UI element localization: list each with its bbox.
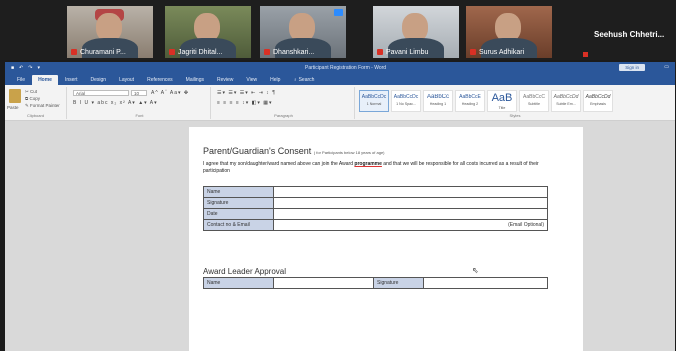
self-name: Seehush Chhetri... (594, 30, 665, 39)
table-row: Contact no & Email (Email Optional) (203, 219, 548, 231)
ribbon: Paste ✂ Cut ⧉ Copy ✎ Format Painter Clip… (5, 85, 675, 121)
table-cell-value[interactable] (423, 277, 548, 289)
tab-design[interactable]: Design (84, 75, 112, 85)
video-strip: Churamani P... Jagriti Dhital... Dhanshk… (0, 0, 676, 60)
style-heading-2[interactable]: AaBbCcE Heading 2 (455, 90, 485, 112)
participant-name: Jagriti Dhital... (169, 49, 222, 56)
table-cell-label: Contact no & Email (203, 219, 274, 231)
screen: Churamani P... Jagriti Dhital... Dhanshk… (0, 0, 676, 351)
paste-label[interactable]: Paste (7, 105, 19, 110)
tab-layout[interactable]: Layout (113, 75, 140, 85)
group-label: Clipboard (26, 113, 45, 118)
table-cell-label: Signature (203, 197, 274, 209)
group-label: Styles (509, 113, 521, 118)
table-cell-value[interactable] (273, 208, 548, 220)
paragraph-group: ☰▾ ☰▾ ☰▾ ⇤ ⇥ ↕ ¶ ≡ ≡ ≡ ≡ ↕▾ ◧▾ ▦▾ Paragr… (213, 87, 355, 119)
sign-in-button[interactable]: Sign in (619, 64, 645, 71)
mic-muted-icon (264, 49, 270, 55)
document-page[interactable]: Parent/Guardian's Consent ( for Particip… (189, 127, 583, 351)
table-cell-value[interactable]: (Email Optional) (273, 219, 548, 231)
participant-name: Dhanshkari... (264, 49, 314, 56)
tab-insert[interactable]: Insert (59, 75, 84, 85)
style-emphasis[interactable]: AaBbCcDd Emphasis (583, 90, 613, 112)
participant-tile[interactable]: Pavani Limbu (373, 6, 459, 58)
tell-me-search[interactable]: ♁ Search (287, 75, 320, 85)
mic-muted-icon (71, 49, 77, 55)
font-size-combo[interactable]: 10 (131, 90, 147, 96)
mic-muted-icon (583, 52, 588, 57)
styles-group: AaBbCcDc 1 Normal AaBbCcDc 1 No Spac... Aa… (357, 87, 673, 119)
tab-mailings[interactable]: Mailings (180, 75, 210, 85)
style-subtle-emphasis[interactable]: AaBbCcDd Subtle Em... (551, 90, 581, 112)
table-cell-label: Name (203, 277, 274, 289)
participant-name: Churamani P... (71, 49, 126, 56)
mic-muted-icon (377, 49, 383, 55)
spellcheck-word: programme (354, 161, 382, 167)
format-painter-button[interactable]: ✎ Format Painter (25, 103, 60, 109)
participant-name: Surus Adhikari (470, 49, 524, 56)
mic-muted-icon (169, 49, 175, 55)
tab-file[interactable]: File (11, 75, 31, 85)
style-subtitle[interactable]: AaBbCcC Subtitle (519, 90, 549, 112)
ribbon-tabs: File Home Insert Design Layout Reference… (5, 73, 675, 85)
approval-heading: Award Leader Approval (203, 267, 287, 276)
cut-button[interactable]: ✂ Cut (25, 89, 37, 95)
quick-access-toolbar: ■ ↶ ↷ ▾ (11, 65, 40, 71)
table-cell-value[interactable] (273, 186, 548, 198)
approval-table: Name Signature (203, 277, 548, 289)
table-cell-label: Name (203, 186, 274, 198)
tab-references[interactable]: References (141, 75, 179, 85)
paste-icon[interactable] (9, 89, 21, 103)
style-heading-1[interactable]: AaBbCc Heading 1 (423, 90, 453, 112)
style-no-spacing[interactable]: AaBbCcDc 1 No Spac... (391, 90, 421, 112)
participant-tile[interactable]: Dhanshkari... (260, 6, 346, 58)
consent-note: ( for Participants below 18 years of age… (313, 150, 385, 155)
participant-name: Pavani Limbu (377, 49, 428, 56)
style-normal[interactable]: AaBbCcDc 1 Normal (359, 90, 389, 112)
format-buttons[interactable]: B I U ▾ abc x₂ x² A▾ ▲▾ A▾ (73, 100, 158, 106)
table-row: Signature (203, 197, 548, 209)
table-cell-value[interactable] (273, 197, 548, 209)
group-label: Paragraph (274, 113, 293, 118)
font-name-combo[interactable]: Arial (73, 90, 129, 96)
consent-table: Name Signature Date Contact no & Email (E… (203, 186, 548, 231)
participant-tile[interactable]: Jagriti Dhital... (165, 6, 251, 58)
font-group: Arial 10 A^ Aˇ Aa▾ ✤ B I U ▾ abc x₂ x² A… (69, 87, 211, 119)
table-row: Date (203, 208, 548, 220)
word-window: ■ ↶ ↷ ▾ Participant Registration Form - … (5, 62, 675, 351)
consent-heading: Parent/Guardian's Consent ( for Particip… (203, 146, 385, 156)
tab-home[interactable]: Home (32, 75, 58, 85)
window-title: Participant Registration Form - Word (305, 65, 387, 71)
participant-tile[interactable]: Surus Adhikari (466, 6, 552, 58)
copy-button[interactable]: ⧉ Copy (25, 96, 40, 101)
font-size-buttons[interactable]: A^ Aˇ Aa▾ ✤ (151, 90, 189, 96)
pin-icon[interactable] (334, 9, 343, 16)
clipboard-group: Paste ✂ Cut ⧉ Copy ✎ Format Painter Clip… (5, 87, 67, 119)
table-cell-label: Date (203, 208, 274, 220)
document-area[interactable]: Parent/Guardian's Consent ( for Particip… (5, 121, 675, 351)
tab-help[interactable]: Help (264, 75, 286, 85)
customize-icon[interactable]: ▾ (37, 65, 40, 71)
table-row: Name (203, 186, 548, 198)
redo-icon[interactable]: ↷ (28, 65, 32, 71)
undo-icon[interactable]: ↶ (19, 65, 23, 71)
tab-view[interactable]: View (240, 75, 263, 85)
align-buttons[interactable]: ≡ ≡ ≡ ≡ ↕▾ ◧▾ ▦▾ (217, 100, 272, 106)
save-icon[interactable]: ■ (11, 65, 14, 71)
mouse-cursor-icon: ⇖ (472, 266, 479, 275)
participant-tile[interactable]: Churamani P... (67, 6, 153, 58)
table-cell-label: Signature (373, 277, 424, 289)
consent-paragraph: I agree that my son/daughter/ward named … (203, 161, 539, 174)
tab-review[interactable]: Review (211, 75, 239, 85)
group-label: Font (135, 113, 144, 118)
table-cell-value[interactable] (273, 277, 374, 289)
mic-muted-icon (470, 49, 476, 55)
style-title[interactable]: AaB Title (487, 90, 517, 112)
title-bar: ■ ↶ ↷ ▾ Participant Registration Form - … (5, 62, 675, 73)
ribbon-display-icon[interactable]: ▭ (664, 64, 669, 70)
list-buttons[interactable]: ☰▾ ☰▾ ☰▾ ⇤ ⇥ ↕ ¶ (217, 90, 276, 96)
table-row: Name Signature (203, 277, 548, 289)
